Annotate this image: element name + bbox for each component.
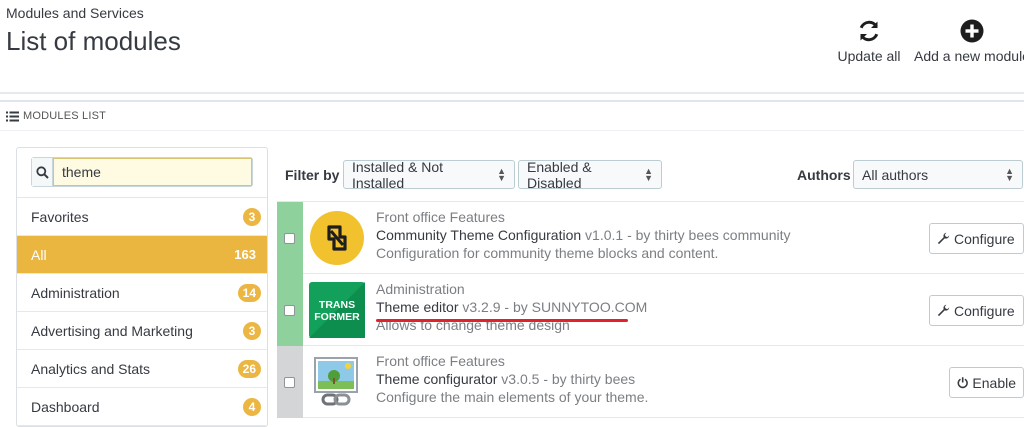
module-description: Configuration for community theme blocks…	[376, 245, 719, 261]
category-count-badge: 163	[234, 247, 256, 262]
update-all-button[interactable]: Update all	[836, 18, 902, 64]
list-icon	[6, 111, 19, 121]
install-status-select[interactable]: Installed & Not Installed ▲ ▼	[343, 158, 515, 191]
module-select-checkbox[interactable]	[284, 305, 295, 316]
module-category: Front office Features	[376, 209, 505, 225]
add-module-button[interactable]: Add a new module	[914, 18, 1024, 64]
power-icon	[957, 377, 968, 389]
select-arrows-icon: ▲ ▼	[1005, 165, 1014, 183]
transformer-logo-icon: TRANS FORMER	[309, 282, 365, 338]
category-count-badge: 14	[237, 283, 261, 302]
category-administration[interactable]: Administration 14	[17, 274, 267, 312]
wrench-icon	[937, 304, 950, 317]
module-info: Administration Theme editor v3.2.9 - by …	[376, 280, 647, 334]
category-label: All	[31, 246, 47, 263]
module-version-author: v1.0.1 - by thirty bees community	[581, 227, 791, 243]
category-advertising-marketing[interactable]: Advertising and Marketing 3	[17, 312, 267, 350]
filter-by-label: Filter by	[285, 167, 340, 183]
category-dashboard[interactable]: Dashboard 4	[17, 388, 267, 426]
header-divider	[0, 92, 1024, 94]
module-category: Administration	[376, 281, 465, 297]
logo-text-line-2: FORMER	[314, 311, 360, 323]
module-name: Community Theme Configuration	[376, 227, 582, 243]
enable-button[interactable]: Enable	[949, 367, 1024, 398]
category-label: Favorites	[31, 208, 89, 225]
module-name: Theme configurator	[376, 371, 498, 387]
enable-label: Enable	[972, 374, 1016, 391]
module-name-line: Theme editor v3.2.9 - by SUNNYTOO.COM	[376, 298, 647, 316]
search-row	[17, 148, 267, 198]
module-row: Front office Features Community Theme Co…	[277, 202, 1024, 274]
category-count-badge: 3	[243, 321, 261, 340]
category-analytics-stats[interactable]: Analytics and Stats 26	[17, 350, 267, 388]
module-category: Front office Features	[376, 353, 505, 369]
module-search-input[interactable]	[53, 158, 252, 186]
thirty-bees-logo-icon	[310, 211, 364, 265]
search-box	[31, 157, 253, 187]
category-count-badge: 4	[243, 397, 261, 416]
module-row: Front office Features Theme configurator…	[277, 346, 1024, 418]
install-status-value: Installed & Not Installed	[352, 158, 444, 191]
category-count-badge: 3	[243, 207, 261, 226]
add-module-label: Add a new module	[914, 48, 1024, 64]
panel-heading: MODULES LIST	[6, 110, 106, 122]
wrench-icon	[937, 232, 950, 245]
module-description: Configure the main elements of your them…	[376, 389, 649, 405]
search-icon	[35, 165, 49, 179]
category-label: Dashboard	[31, 398, 100, 415]
enable-status-value: Enabled & Disabled	[527, 158, 592, 191]
plus-circle-icon	[960, 19, 984, 43]
enable-status-select[interactable]: Enabled & Disabled ▲ ▼	[518, 158, 662, 191]
picture-chain-icon	[314, 357, 358, 406]
authors-value: All authors	[862, 166, 929, 183]
configure-button[interactable]: Configure	[929, 295, 1024, 326]
breadcrumb[interactable]: Modules and Services	[6, 5, 144, 21]
configure-label: Configure	[954, 230, 1015, 247]
category-label: Analytics and Stats	[31, 360, 151, 377]
module-info: Front office Features Theme configurator…	[376, 352, 648, 406]
configure-label: Configure	[954, 302, 1015, 319]
configure-button[interactable]: Configure	[929, 223, 1024, 254]
category-count-badge: 26	[237, 359, 261, 378]
module-info: Front office Features Community Theme Co…	[376, 208, 790, 262]
module-version-author: v3.0.5 - by thirty bees	[497, 371, 636, 387]
category-favorites[interactable]: Favorites 3	[17, 198, 267, 236]
module-name-line: Community Theme Configuration v1.0.1 - b…	[376, 226, 790, 244]
module-select-checkbox[interactable]	[284, 377, 295, 388]
panel-heading-divider	[0, 130, 1024, 131]
module-version-author: v3.2.9 - by SUNNYTOO.COM	[458, 299, 648, 315]
authors-select[interactable]: All authors ▲ ▼	[853, 160, 1023, 189]
module-row: TRANS FORMER Administration Theme editor…	[277, 274, 1024, 346]
authors-label: Authors	[797, 167, 851, 183]
select-arrows-icon: ▲ ▼	[644, 165, 653, 183]
category-label: Administration	[31, 284, 120, 301]
logo-text-line-1: TRANS	[319, 299, 355, 311]
category-label: Advertising and Marketing	[31, 322, 193, 339]
module-select-checkbox[interactable]	[284, 233, 295, 244]
page-header: Modules and Services List of modules Upd…	[0, 0, 1024, 94]
highlight-underline	[376, 319, 628, 322]
panel-heading-label: MODULES LIST	[23, 110, 107, 122]
module-list: Front office Features Community Theme Co…	[277, 201, 1024, 422]
page-title: List of modules	[6, 26, 181, 56]
update-all-label: Update all	[837, 48, 901, 64]
category-sidebar: Favorites 3 All 163 Administration 14 Ad…	[16, 147, 268, 427]
module-name-line: Theme configurator v3.0.5 - by thirty be…	[376, 370, 648, 388]
refresh-icon	[859, 20, 879, 42]
header-divider-2	[0, 100, 1024, 102]
search-icon-wrap[interactable]	[32, 158, 53, 186]
category-all[interactable]: All 163	[17, 236, 267, 274]
select-arrows-icon: ▲ ▼	[497, 165, 506, 183]
module-name: Theme editor	[376, 299, 459, 315]
